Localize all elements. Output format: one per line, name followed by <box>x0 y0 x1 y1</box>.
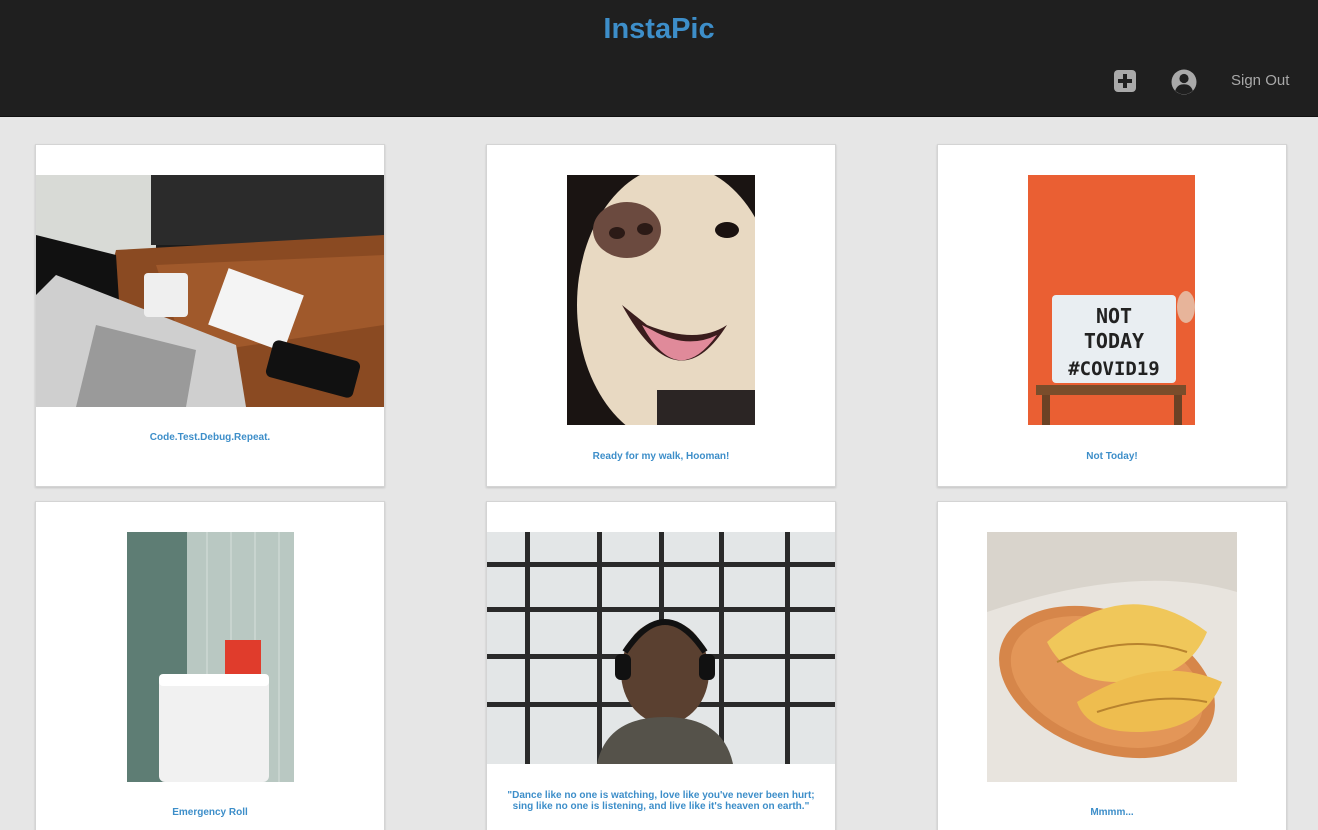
post-caption: Not Today! <box>1086 451 1138 462</box>
post-card[interactable]: Mmmm... <box>937 501 1287 830</box>
laptop-desk-photo[interactable] <box>36 175 384 407</box>
account-button[interactable] <box>1170 68 1198 96</box>
top-navbar: InstaPic Sign Out <box>0 0 1318 117</box>
post-caption: Ready for my walk, Hooman! <box>592 451 730 462</box>
post-card[interactable]: "Dance like no one is watching, love lik… <box>486 501 836 830</box>
headphones-window-photo[interactable] <box>487 532 835 764</box>
user-circle-icon <box>1171 69 1197 95</box>
lightbox-line3: #COVID19 <box>1068 358 1160 380</box>
post-caption: Mmmm... <box>1090 807 1134 818</box>
lightbox-line2: TODAY <box>1084 329 1144 353</box>
crepes-photo[interactable] <box>987 532 1237 782</box>
add-post-button[interactable] <box>1113 69 1139 95</box>
post-card[interactable]: Ready for my walk, Hooman! <box>486 144 836 487</box>
toilet-roll-photo[interactable] <box>127 532 294 782</box>
lightbox-sign-photo[interactable]: NOT TODAY #COVID19 <box>1028 175 1195 425</box>
app-title[interactable]: InstaPic <box>0 13 1318 46</box>
post-caption: "Dance like no one is watching, love lik… <box>507 790 815 812</box>
lightbox-line1: NOT <box>1096 304 1132 328</box>
post-card[interactable]: Code.Test.Debug.Repeat. <box>35 144 385 487</box>
sign-out-link[interactable]: Sign Out <box>1231 72 1289 89</box>
post-caption: Code.Test.Debug.Repeat. <box>149 432 271 443</box>
post-caption: Emergency Roll <box>172 807 248 818</box>
plus-square-icon <box>1114 70 1136 92</box>
dog-photo[interactable] <box>567 175 755 425</box>
post-card[interactable]: NOT TODAY #COVID19 Not Today! <box>937 144 1287 487</box>
post-card[interactable]: Emergency Roll <box>35 501 385 830</box>
